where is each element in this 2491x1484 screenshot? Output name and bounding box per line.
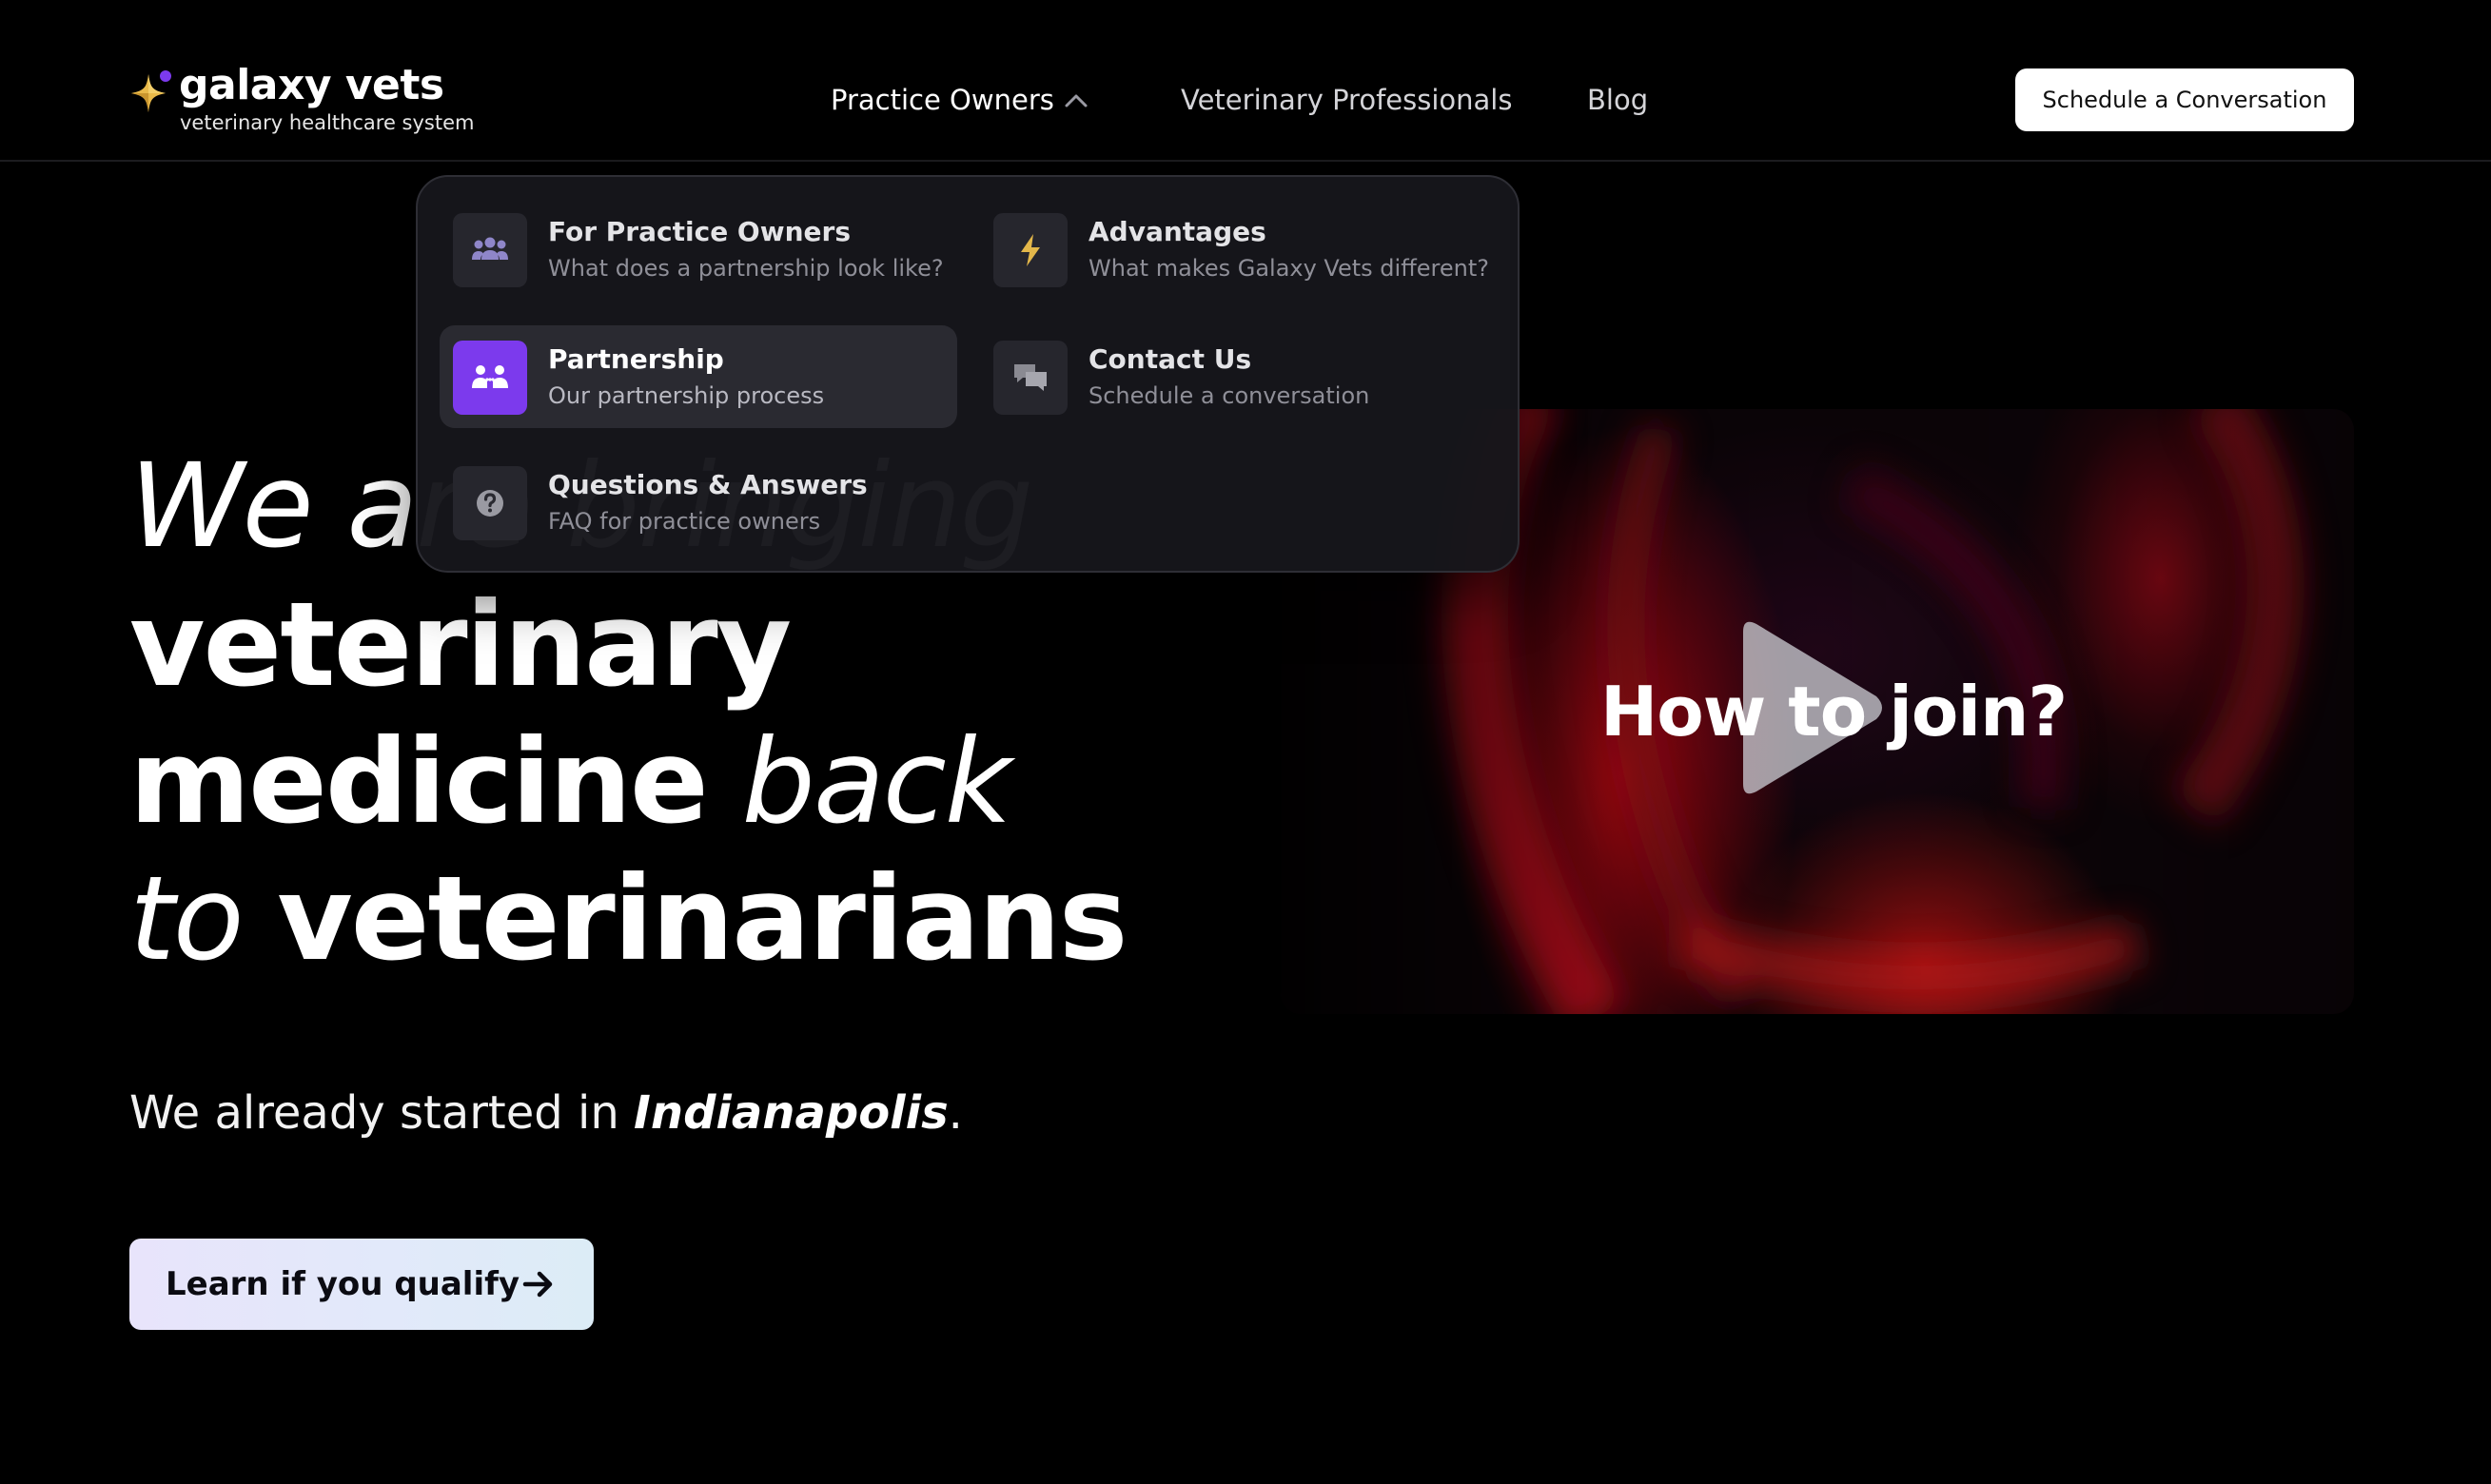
dropdown-item-questions-answers[interactable]: Questions & Answers FAQ for practice own… <box>440 451 957 554</box>
dropdown-item-title: Partnership <box>548 343 724 375</box>
people-group-icon <box>472 237 508 260</box>
nav-veterinary-professionals[interactable]: Veterinary Professionals <box>1181 76 1512 124</box>
dropdown-item-partnership[interactable]: Partnership Our partnership process <box>440 325 957 428</box>
arrow-right-icon <box>522 1271 553 1298</box>
dropdown-item-desc: What makes Galaxy Vets different? <box>1089 255 1489 282</box>
logo[interactable]: galaxy vets veterinary healthcare system <box>129 61 481 139</box>
dropdown-item-icon-box <box>993 341 1068 415</box>
nav-label: Practice Owners <box>831 84 1054 116</box>
dropdown-item-contact-us[interactable]: Contact Us Schedule a conversation <box>980 325 1498 428</box>
dropdown-item-title: Questions & Answers <box>548 469 868 500</box>
hero-heading-line-2: veterinary <box>129 577 792 713</box>
dropdown-item-advantages[interactable]: Advantages What makes Galaxy Vets differ… <box>980 198 1498 301</box>
hero-heading-line-3: medicine back <box>129 714 1012 849</box>
dropdown-item-desc: Schedule a conversation <box>1089 382 1370 409</box>
video-title: How to join? <box>1600 672 2068 752</box>
dropdown-item-icon-box <box>993 213 1068 287</box>
sparkle-star-icon <box>131 70 171 112</box>
hero-text: back <box>741 714 1012 849</box>
qualify-label: Learn if you qualify <box>166 1265 520 1303</box>
dropdown-item-title: Contact Us <box>1089 343 1252 375</box>
question-icon <box>477 490 503 517</box>
dropdown-item-title: For Practice Owners <box>548 216 851 247</box>
dropdown-item-icon-box <box>453 213 527 287</box>
sub-city: Indianapolis <box>634 1086 949 1140</box>
practice-owners-dropdown: For Practice Owners What does a partners… <box>416 175 1520 573</box>
lightning-icon <box>1021 234 1040 266</box>
dropdown-item-title: Advantages <box>1089 216 1266 247</box>
nav-blog[interactable]: Blog <box>1587 76 1648 124</box>
hero-heading-line-4: to veterinarians <box>129 851 1128 986</box>
partnership-icon <box>472 365 508 388</box>
dropdown-item-desc: FAQ for practice owners <box>548 508 821 535</box>
dropdown-item-desc: What does a partnership look like? <box>548 255 944 282</box>
nav-label: Blog <box>1587 84 1649 116</box>
site-header: galaxy vets veterinary healthcare system… <box>0 0 2491 162</box>
hero-text: medicine <box>129 714 709 849</box>
nav-practice-owners[interactable]: Practice Owners <box>831 76 1054 124</box>
nav-label: Veterinary Professionals <box>1181 84 1513 116</box>
dropdown-item-for-practice-owners[interactable]: For Practice Owners What does a partners… <box>440 198 957 301</box>
hero-text: to <box>129 851 244 986</box>
sub-suffix: . <box>948 1086 963 1140</box>
sub-prefix: We already started in <box>129 1086 619 1140</box>
chevron-up-icon[interactable] <box>1064 90 1089 109</box>
chat-bubbles-icon <box>1014 364 1047 391</box>
hero-subheading: We already started in Indianapolis. <box>129 1083 963 1143</box>
dropdown-item-icon-box <box>453 466 527 540</box>
learn-if-you-qualify-button[interactable]: Learn if you qualify <box>129 1239 594 1330</box>
schedule-conversation-button[interactable]: Schedule a Conversation <box>2015 68 2354 131</box>
hero-text: veterinary <box>129 577 792 713</box>
brand-name: galaxy vets <box>179 61 444 109</box>
dropdown-item-desc: Our partnership process <box>548 382 825 409</box>
brand-tagline: veterinary healthcare system <box>180 111 475 134</box>
dropdown-item-icon-box <box>453 341 527 415</box>
hero-text: veterinarians <box>277 851 1128 986</box>
